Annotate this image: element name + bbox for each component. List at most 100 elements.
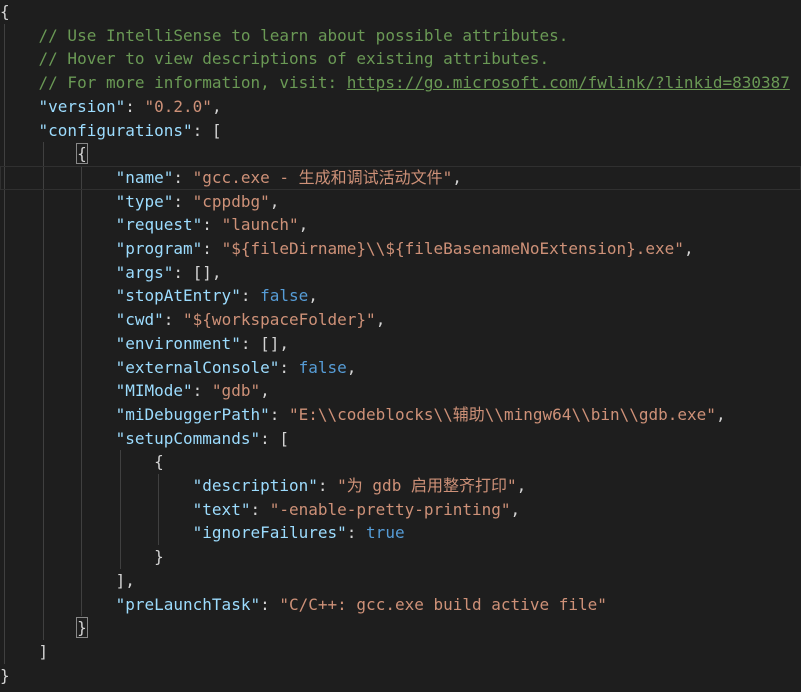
code-token-str: "${workspaceFolder}" — [183, 310, 376, 330]
code-token-comment: // Use IntelliSense to learn about possi… — [0, 25, 569, 45]
code-token-str: "为 gdb 启用整齐打印" — [337, 476, 517, 495]
code-token-kw: true — [366, 523, 405, 543]
code-token-punc: : — [173, 167, 193, 187]
code-token-punc — [0, 97, 39, 116]
code-token-punc — [0, 192, 116, 211]
code-token-punc: } — [0, 665, 10, 685]
code-token-punc: } — [0, 547, 164, 567]
code-token-key: "text" — [192, 499, 251, 519]
code-line[interactable]: "cwd": "${workspaceFolder}", — [0, 308, 801, 332]
code-token-punc: , — [298, 215, 309, 235]
code-token-key: "MIMode" — [115, 381, 193, 401]
code-token-punc: : — [202, 239, 222, 258]
code-token-str: "gcc.exe - 生成和调试活动文件" — [192, 167, 453, 187]
code-line[interactable]: } — [0, 616, 801, 640]
code-token-key: "externalConsole" — [115, 357, 280, 377]
code-token-punc: : — [192, 381, 212, 401]
code-token-punc: : [], — [173, 262, 222, 282]
code-token-punc: : — [125, 96, 145, 116]
code-token-key: "cwd" — [115, 310, 164, 330]
code-token-punc: : — [173, 191, 193, 211]
code-token-punc — [0, 523, 193, 542]
code-line[interactable]: // For more information, visit: https://… — [0, 71, 801, 95]
code-line[interactable]: } — [0, 545, 801, 569]
code-token-key: "name" — [115, 167, 174, 187]
code-token-punc: : — [269, 404, 289, 424]
code-token-punc — [0, 144, 77, 163]
code-line[interactable]: "stopAtEntry": false, — [0, 284, 801, 308]
code-token-punc: { — [0, 452, 164, 472]
code-token-punc: , — [346, 357, 357, 377]
code-token-punc — [0, 310, 116, 329]
code-token-punc: , — [683, 239, 694, 258]
code-line[interactable]: } — [0, 664, 801, 688]
code-token-punc: ] — [0, 641, 49, 661]
code-token-str: "${fileDirname}\\${fileBasenameNoExtensi… — [221, 239, 684, 258]
code-line[interactable]: "environment": [], — [0, 332, 801, 356]
code-line[interactable]: { — [0, 142, 801, 166]
code-token-key: "program" — [115, 239, 203, 258]
code-token-kw: false — [298, 357, 347, 377]
code-editor[interactable]: { // Use IntelliSense to learn about pos… — [0, 0, 801, 692]
code-line[interactable]: "type": "cppdbg", — [0, 190, 801, 214]
code-token-punc: ], — [0, 570, 135, 590]
code-token-key: "miDebuggerPath" — [115, 404, 270, 424]
code-token-punc: : [ — [192, 120, 222, 140]
code-line[interactable]: { — [0, 450, 801, 474]
code-token-punc — [0, 381, 116, 400]
code-token-punc — [0, 263, 116, 282]
code-token-comment: // For more information, visit: — [0, 73, 347, 93]
code-token-punc — [0, 334, 116, 353]
code-line[interactable]: "setupCommands": [ — [0, 427, 801, 451]
code-token-punc: { — [76, 143, 88, 165]
code-token-punc: : — [279, 357, 299, 377]
code-token-punc — [0, 595, 116, 614]
code-line[interactable]: { — [0, 0, 801, 24]
code-line[interactable]: "text": "-enable-pretty-printing", — [0, 498, 801, 522]
code-token-key: "request" — [115, 215, 203, 235]
code-line[interactable]: "ignoreFailures": true — [0, 521, 801, 545]
code-line[interactable]: "configurations": [ — [0, 119, 801, 143]
code-token-punc — [0, 618, 77, 637]
code-token-punc: , — [452, 167, 462, 187]
code-token-punc — [0, 239, 116, 258]
code-line[interactable]: "description": "为 gdb 启用整齐打印", — [0, 474, 801, 498]
code-line[interactable]: "name": "gcc.exe - 生成和调试活动文件", — [0, 166, 801, 190]
code-line[interactable]: "preLaunchTask": "C/C++: gcc.exe build a… — [0, 593, 801, 617]
code-token-punc: : — [250, 499, 270, 519]
code-token-key: "preLaunchTask" — [115, 594, 261, 614]
code-line[interactable]: "version": "0.2.0", — [0, 95, 801, 119]
code-token-str: "-enable-pretty-printing" — [269, 499, 511, 519]
code-token-key: "configurations" — [38, 120, 193, 140]
code-token-key: "version" — [38, 96, 126, 116]
code-line[interactable]: // Use IntelliSense to learn about possi… — [0, 24, 801, 48]
code-token-punc: : — [240, 286, 261, 306]
code-token-punc: , — [715, 404, 726, 424]
code-line[interactable]: "request": "launch", — [0, 213, 801, 237]
code-token-punc: , — [269, 191, 280, 211]
code-token-comment: // Hover to view descriptions of existin… — [0, 49, 550, 69]
code-line[interactable]: ], — [0, 569, 801, 593]
code-line[interactable]: "externalConsole": false, — [0, 356, 801, 380]
code-line[interactable]: ] — [0, 640, 801, 664]
code-token-punc: : [ — [260, 428, 289, 448]
code-line[interactable]: "MIMode": "gdb", — [0, 379, 801, 403]
code-token-key: "stopAtEntry" — [115, 286, 241, 306]
code-line[interactable]: "program": "${fileDirname}\\${fileBasena… — [0, 237, 801, 261]
code-line[interactable]: "miDebuggerPath": "E:\\codeblocks\\辅助\\m… — [0, 403, 801, 427]
code-token-punc: , — [260, 381, 270, 401]
code-token-punc: , — [375, 310, 386, 330]
code-token-punc: { — [0, 2, 10, 21]
code-token-str: "cppdbg" — [192, 191, 270, 211]
code-token-punc: : — [163, 310, 184, 330]
code-token-str: "gdb" — [211, 381, 261, 401]
code-token-punc — [0, 286, 116, 305]
code-token-key: "ignoreFailures" — [192, 523, 347, 543]
code-token-punc — [0, 476, 193, 495]
code-line[interactable]: "args": [], — [0, 261, 801, 285]
code-token-link[interactable]: https://go.microsoft.com/fwlink/?linkid=… — [347, 73, 790, 92]
code-token-punc: , — [510, 499, 521, 519]
code-token-punc — [0, 405, 116, 424]
code-line[interactable]: // Hover to view descriptions of existin… — [0, 47, 801, 71]
code-token-punc: : — [346, 523, 367, 543]
